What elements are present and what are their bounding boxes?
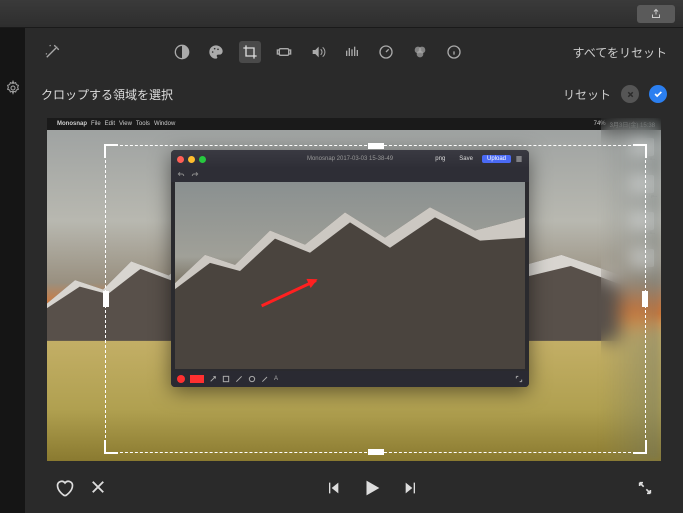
undo-icon — [177, 171, 185, 179]
play-icon — [361, 477, 383, 499]
stabilize-icon — [276, 44, 292, 60]
share-button[interactable] — [637, 5, 675, 23]
menu-file: File — [91, 121, 101, 127]
gear-icon — [5, 80, 21, 96]
crop-icon — [242, 44, 258, 60]
menu-icon — [515, 155, 523, 163]
contrast-icon — [174, 44, 190, 60]
line-tool-icon — [235, 375, 243, 383]
volume-icon — [310, 44, 326, 60]
close-icon — [626, 90, 635, 99]
reset-button[interactable]: リセット — [563, 86, 611, 103]
adjust-toolbar: すべてをリセット — [25, 28, 683, 76]
play-button[interactable] — [361, 477, 383, 499]
monosnap-tool-toolbar: A — [171, 371, 529, 387]
fullscreen-icon — [637, 480, 653, 496]
resize-icon — [515, 375, 523, 383]
info-tool[interactable] — [443, 41, 465, 63]
reject-icon — [89, 478, 107, 496]
monosnap-canvas — [175, 182, 525, 369]
confirm-crop-button[interactable] — [649, 85, 667, 103]
window-titlebar — [0, 0, 683, 28]
palette-icon — [208, 44, 224, 60]
playback-controls — [25, 463, 683, 513]
fullscreen-button[interactable] — [637, 480, 653, 496]
menu-view: View — [119, 121, 132, 127]
save-label: Save — [454, 155, 478, 163]
monosnap-titlebar: Monosnap 2017-03-03 15-38-49 png Save Up… — [171, 150, 529, 168]
app-name: Monosnap — [57, 121, 87, 127]
magic-wand-icon — [43, 43, 61, 61]
magic-wand-button[interactable] — [41, 41, 63, 63]
reject-button[interactable] — [89, 478, 107, 498]
stabilize-tool[interactable] — [273, 41, 295, 63]
skip-back-button[interactable] — [325, 480, 341, 496]
record-icon — [177, 375, 185, 383]
color-balance-tool[interactable] — [409, 41, 431, 63]
menu-tools: Tools — [136, 121, 150, 127]
menu-edit: Edit — [105, 121, 115, 127]
volume-tool[interactable] — [307, 41, 329, 63]
cancel-crop-button[interactable] — [621, 85, 639, 103]
mountain-content — [175, 182, 525, 369]
preview-area: Monosnap File Edit View Tools Window 74%… — [25, 112, 683, 463]
ellipse-tool-icon — [248, 375, 256, 383]
reset-all-button[interactable]: すべてをリセット — [573, 44, 667, 61]
settings-gear-button[interactable] — [3, 78, 23, 98]
redo-icon — [191, 171, 199, 179]
menu-window: Window — [154, 121, 175, 127]
equalizer-icon — [344, 44, 360, 60]
blur-edge — [601, 118, 661, 461]
pen-tool-icon — [261, 375, 269, 383]
color-balance-icon — [412, 44, 428, 60]
mac-menubar: Monosnap File Edit View Tools Window 74%… — [47, 118, 661, 130]
crop-instruction-label: クロップする領域を選択 — [41, 86, 173, 103]
monosnap-history-toolbar — [171, 168, 529, 182]
format-label: png — [430, 155, 450, 163]
favorite-button[interactable] — [55, 478, 75, 498]
crop-tool[interactable] — [239, 41, 261, 63]
crop-instruction-row: クロップする領域を選択 リセット — [25, 76, 683, 112]
arrow-tool-icon — [209, 375, 217, 383]
palette-tool[interactable] — [205, 41, 227, 63]
check-icon — [653, 89, 663, 99]
skip-forward-icon — [403, 480, 419, 496]
upload-label: Upload — [482, 155, 511, 163]
rect-tool-icon — [222, 375, 230, 383]
desktop-background: Monosnap File Edit View Tools Window 74%… — [47, 118, 661, 461]
share-icon — [650, 8, 662, 20]
video-preview[interactable]: Monosnap File Edit View Tools Window 74%… — [47, 118, 661, 461]
skip-forward-button[interactable] — [403, 480, 419, 496]
contrast-tool[interactable] — [171, 41, 193, 63]
color-swatch — [190, 375, 204, 383]
speed-tool[interactable] — [375, 41, 397, 63]
speed-icon — [378, 44, 394, 60]
heart-icon — [55, 478, 75, 498]
text-tool-icon: A — [274, 376, 278, 382]
monosnap-window: Monosnap 2017-03-03 15-38-49 png Save Up… — [171, 150, 529, 387]
info-icon — [446, 44, 462, 60]
left-sidebar — [0, 28, 25, 513]
skip-back-icon — [325, 480, 341, 496]
equalizer-tool[interactable] — [341, 41, 363, 63]
